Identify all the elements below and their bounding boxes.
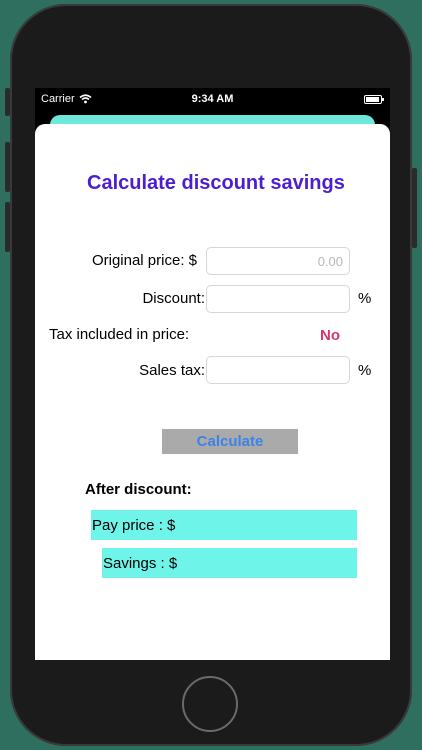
screen: Carrier 9:34 AM Calculate discount savin… — [35, 88, 390, 660]
discount-field[interactable] — [206, 285, 350, 313]
sales-tax-field[interactable] — [206, 356, 350, 384]
after-discount-heading: After discount: — [85, 481, 192, 498]
sales-tax-percent-symbol: % — [358, 362, 372, 379]
battery-icon — [364, 95, 384, 104]
original-price-label: Original price: $ — [91, 252, 197, 269]
discount-label: Discount: — [142, 290, 205, 307]
modal-sheet: Calculate discount savings Original pric… — [35, 124, 390, 660]
status-time: 9:34 AM — [191, 93, 234, 105]
calculate-button[interactable]: Calculate — [162, 429, 298, 454]
status-bar: Carrier 9:34 AM — [35, 88, 390, 110]
home-button[interactable] — [182, 676, 238, 732]
volume-down-button — [5, 202, 10, 252]
sales-tax-label: Sales tax: — [139, 362, 205, 379]
tax-included-toggle[interactable]: No — [320, 327, 340, 344]
savings-label: Savings : $ — [103, 555, 178, 572]
volume-up-button — [5, 142, 10, 192]
page-title: Calculate discount savings — [87, 172, 345, 194]
pay-price-label: Pay price : $ — [92, 517, 176, 534]
savings-result: Savings : $ — [102, 548, 357, 578]
tax-included-label: Tax included in price: — [49, 326, 190, 343]
original-price-field[interactable]: 0.00 — [206, 247, 350, 275]
pay-price-result: Pay price : $ — [91, 510, 357, 540]
power-button — [412, 168, 417, 248]
mute-switch — [5, 88, 10, 116]
discount-percent-symbol: % — [358, 290, 372, 307]
